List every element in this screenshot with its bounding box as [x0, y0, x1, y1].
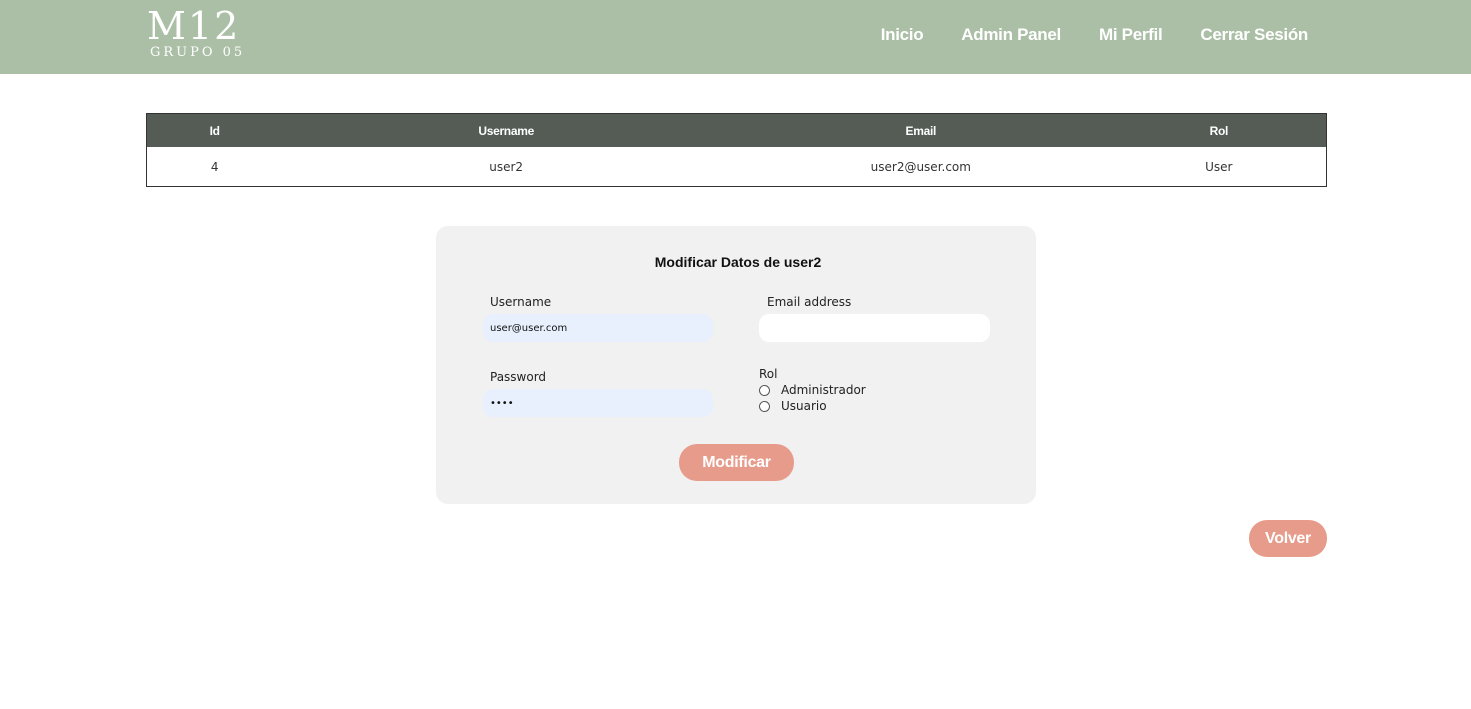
rol-label: Rol: [759, 367, 778, 381]
email-input[interactable]: [759, 314, 990, 342]
form-title: Modificar Datos de user2: [654, 254, 822, 270]
nav-link-admin-panel[interactable]: Admin Panel: [961, 25, 1061, 45]
radio-administrador[interactable]: [759, 384, 770, 396]
cell-email: user2@user.com: [870, 159, 971, 174]
back-button[interactable]: Volver: [1249, 520, 1327, 557]
username-input[interactable]: [483, 314, 713, 342]
cell-rol: User: [1205, 159, 1233, 174]
email-label: Email address: [767, 295, 852, 309]
logo-main-text: M12: [147, 4, 241, 48]
radio-option-administrador[interactable]: Administrador: [759, 383, 866, 397]
main-nav: Inicio Admin Panel Mi Perfil Cerrar Sesi…: [881, 25, 1309, 45]
modify-user-form: Modificar Datos de user2 Username Email …: [436, 226, 1036, 504]
modify-button[interactable]: Modificar: [679, 444, 794, 481]
radio-option-usuario[interactable]: Usuario: [759, 399, 827, 413]
table-row: 4 user2 user2@user.com User: [147, 147, 1327, 187]
cell-id: 4: [210, 159, 219, 174]
nav-link-cerrar-sesion[interactable]: Cerrar Sesión: [1200, 25, 1308, 45]
radio-usuario[interactable]: [759, 400, 770, 412]
logo[interactable]: M12 GRUPO 05: [147, 6, 257, 60]
cell-username: user2: [489, 159, 524, 174]
radio-label-administrador: Administrador: [781, 383, 866, 397]
users-table: Id Username Email Rol 4 user2 user2@user…: [146, 113, 1327, 187]
table-header-row: Id Username Email Rol: [146, 113, 1327, 147]
password-input[interactable]: [483, 389, 713, 417]
column-header-email: Email: [729, 113, 1112, 147]
nav-link-mi-perfil[interactable]: Mi Perfil: [1099, 25, 1163, 45]
column-header-rol: Rol: [1111, 113, 1327, 147]
password-label: Password: [490, 370, 547, 384]
logo-sub-text: GRUPO 05: [150, 45, 246, 60]
column-header-username: Username: [282, 113, 730, 147]
radio-label-usuario: Usuario: [781, 399, 827, 413]
username-label: Username: [490, 295, 552, 309]
column-header-id: Id: [146, 113, 283, 147]
top-header: M12 GRUPO 05 Inicio Admin Panel Mi Perfi…: [0, 0, 1471, 74]
nav-link-inicio[interactable]: Inicio: [881, 25, 924, 45]
